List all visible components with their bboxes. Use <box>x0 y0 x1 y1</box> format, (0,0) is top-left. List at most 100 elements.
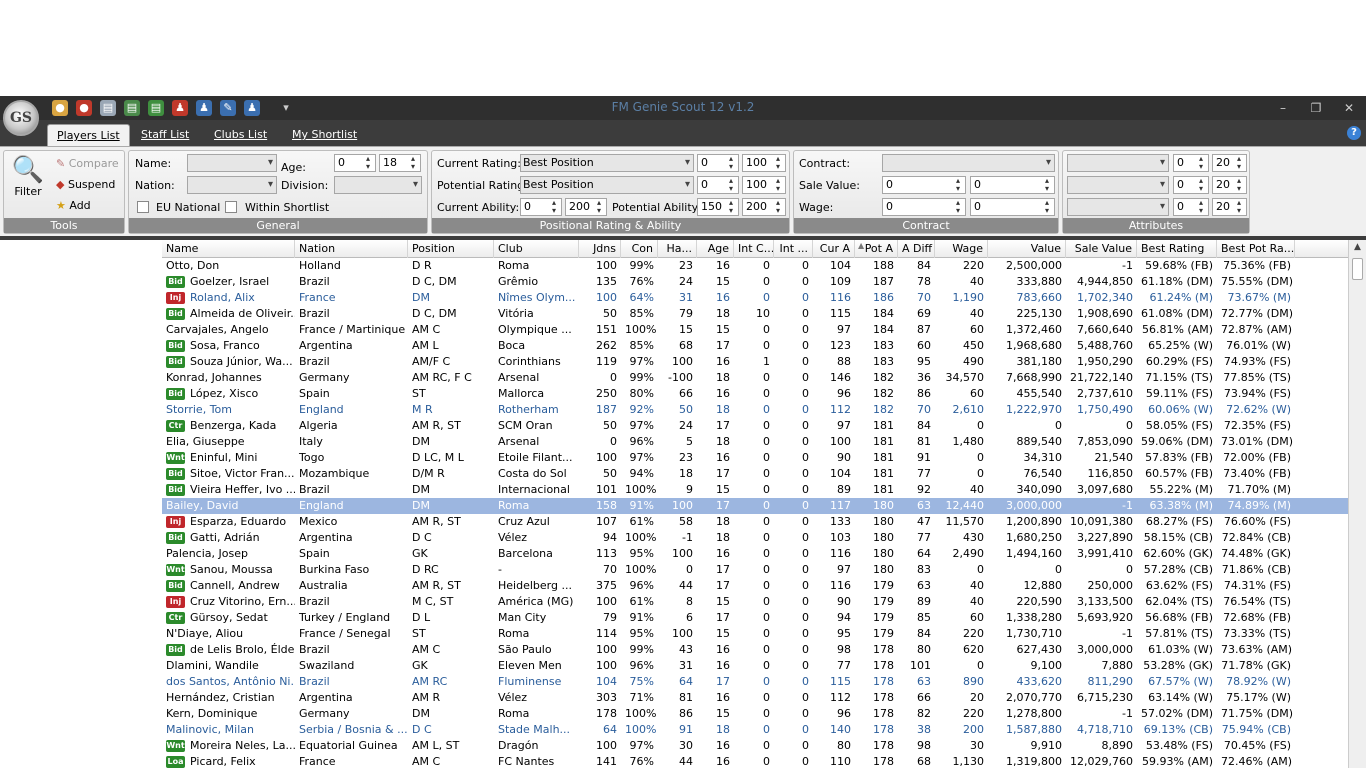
quick-search-icon[interactable]: ✎ <box>220 100 236 116</box>
table-row[interactable]: Ctr Benzerga, Kada Algeria AM R, ST SCM Oran… <box>162 418 1348 434</box>
age-max-stepper[interactable]: 18 <box>379 154 421 172</box>
compare-button[interactable]: ✎ Compare <box>56 157 119 170</box>
age-min-stepper[interactable]: 0 <box>334 154 376 172</box>
current-rating-min-stepper[interactable]: 0 <box>697 154 739 172</box>
column-header-nation[interactable]: Nation <box>295 240 408 258</box>
table-row[interactable]: Dlamini, Wandile Swaziland GK Eleven Men 100… <box>162 658 1348 674</box>
table-row[interactable]: Bid Gatti, Adrián Argentina D C Vélez 94 100% -… <box>162 530 1348 546</box>
column-header-sale-value[interactable]: Sale Value <box>1066 240 1137 258</box>
table-row[interactable]: Wnt Moreira Neles, La... Equatorial Guinea… <box>162 738 1348 754</box>
column-header-position[interactable]: Position <box>408 240 494 258</box>
attribute-2-min-stepper[interactable]: 0 <box>1173 176 1209 194</box>
column-header-con[interactable]: Con <box>621 240 658 258</box>
quick-people-icon[interactable]: ♟ <box>244 100 260 116</box>
tab-clubs-list[interactable]: Clubs List <box>205 124 276 146</box>
table-row[interactable]: Bid López, Xisco Spain ST Mallorca 250 80% 66 16… <box>162 386 1348 402</box>
table-row[interactable]: Bid Goelzer, Israel Brazil D C, DM Grêmio 135… <box>162 274 1348 290</box>
maximize-button[interactable]: ❐ <box>1303 98 1329 118</box>
tab-players-list[interactable]: Players List <box>47 124 130 146</box>
table-row[interactable]: Bid Cannell, Andrew Australia AM R, ST Heide… <box>162 578 1348 594</box>
vertical-scrollbar[interactable]: ▲ <box>1348 240 1366 768</box>
minimize-button[interactable]: – <box>1270 98 1296 118</box>
table-row[interactable]: Bid Almeida de Oliveir... Brazil D C, DM Vit… <box>162 306 1348 322</box>
quick-open-icon[interactable]: ● <box>76 100 92 116</box>
table-row[interactable]: Bid Sosa, Franco Argentina AM L Boca 262 85% 68… <box>162 338 1348 354</box>
add-button[interactable]: ★ Add <box>56 199 91 212</box>
quick-staff-icon[interactable]: ♟ <box>196 100 212 116</box>
quick-new-icon[interactable]: ● <box>52 100 68 116</box>
attribute-2-max-stepper[interactable]: 20 <box>1212 176 1247 194</box>
table-row[interactable]: Bid Sitoe, Victor Fran... Mozambique D/M R C… <box>162 466 1348 482</box>
current-ability-min-stepper[interactable]: 0 <box>520 198 562 216</box>
table-row[interactable]: Storrie, Tom England M R Rotherham 187 92% 50 1… <box>162 402 1348 418</box>
column-header-best-rating[interactable]: Best Rating <box>1137 240 1217 258</box>
attribute-1-max-stepper[interactable]: 20 <box>1212 154 1247 172</box>
table-row[interactable]: Malinovic, Milan Serbia / Bosnia & ... D C… <box>162 722 1348 738</box>
attribute-3-min-stepper[interactable]: 0 <box>1173 198 1209 216</box>
column-header-a-diff[interactable]: A Diff <box>898 240 935 258</box>
attribute-3-max-stepper[interactable]: 20 <box>1212 198 1247 216</box>
potential-rating-select[interactable]: Best Position <box>520 176 694 194</box>
division-select[interactable] <box>334 176 422 194</box>
table-row[interactable]: Inj Cruz Vitorino, Ern... Brazil M C, ST Amé… <box>162 594 1348 610</box>
column-header-cur-a[interactable]: Cur A <box>813 240 855 258</box>
quick-import-icon[interactable]: ▤ <box>148 100 164 116</box>
table-row[interactable]: Carvajales, Angelo France / Martinique AM … <box>162 322 1348 338</box>
quick-access-dropdown-icon[interactable]: ▾ <box>278 100 294 116</box>
column-header-name[interactable]: Name <box>162 240 295 258</box>
table-row[interactable]: Bid Souza Júnior, Wa... Brazil AM/F C Corint… <box>162 354 1348 370</box>
potential-ability-max-stepper[interactable]: 200 <box>742 198 786 216</box>
tab-my-shortlist[interactable]: My Shortlist <box>283 124 366 146</box>
column-header-club[interactable]: Club <box>494 240 579 258</box>
column-header-int[interactable]: Int ... <box>774 240 813 258</box>
column-header-jdns[interactable]: Jdns <box>579 240 621 258</box>
eu-national-checkbox[interactable] <box>137 201 149 213</box>
table-row[interactable]: Bid Vieira Heffer, Ivo ... Brazil DM Interna… <box>162 482 1348 498</box>
column-header-best-pot-ra[interactable]: Best Pot Ra... <box>1217 240 1295 258</box>
tab-staff-list[interactable]: Staff List <box>132 124 198 146</box>
column-header-ha[interactable]: Ha... <box>658 240 697 258</box>
quick-export-icon[interactable]: ▤ <box>124 100 140 116</box>
current-rating-select[interactable]: Best Position <box>520 154 694 172</box>
table-row[interactable]: Inj Roland, Alix France DM Nîmes Olym... 100 6… <box>162 290 1348 306</box>
column-header-wage[interactable]: Wage <box>935 240 988 258</box>
filter-button[interactable]: 🔍 Filter <box>8 155 48 207</box>
potential-ability-min-stepper[interactable]: 150 <box>697 198 739 216</box>
table-row[interactable]: Wnt Eninful, Mini Togo D LC, M L Etoile Fila… <box>162 450 1348 466</box>
attribute-2-select[interactable] <box>1067 176 1169 194</box>
sale-value-min-stepper[interactable]: 0 <box>882 176 966 194</box>
name-field[interactable] <box>187 154 277 172</box>
attribute-1-select[interactable] <box>1067 154 1169 172</box>
table-row[interactable]: Inj Esparza, Eduardo Mexico AM R, ST Cruz Az… <box>162 514 1348 530</box>
quick-save-icon[interactable]: ▤ <box>100 100 116 116</box>
nation-select[interactable] <box>187 176 277 194</box>
potential-rating-min-stepper[interactable]: 0 <box>697 176 739 194</box>
table-row[interactable]: Elia, Giuseppe Italy DM Arsenal 0 96% 5 18 0 0 100… <box>162 434 1348 450</box>
table-row[interactable]: Bailey, David England DM Roma 158 91% 100 17 0 0 1… <box>162 498 1348 514</box>
suspend-button[interactable]: ◆ Suspend <box>56 178 115 191</box>
table-row[interactable]: Otto, Don Holland D R Roma 100 99% 23 16 0 0 104 18… <box>162 258 1348 274</box>
quick-player-icon[interactable]: ♟ <box>172 100 188 116</box>
column-header-int-c[interactable]: Int C... <box>734 240 774 258</box>
column-header-value[interactable]: Value <box>988 240 1066 258</box>
table-row[interactable]: Kern, Dominique Germany DM Roma 178 100% 86 15 0… <box>162 706 1348 722</box>
wage-min-stepper[interactable]: 0 <box>882 198 966 216</box>
attribute-3-select[interactable] <box>1067 198 1169 216</box>
current-ability-max-stepper[interactable]: 200 <box>565 198 607 216</box>
column-header-age[interactable]: Age <box>697 240 734 258</box>
table-row[interactable]: Palencia, Josep Spain GK Barcelona 113 95% 100… <box>162 546 1348 562</box>
table-row[interactable]: Loa Picard, Felix France AM C FC Nantes 141 76… <box>162 754 1348 768</box>
table-row[interactable]: Hernández, Cristian Argentina AM R Vélez 303… <box>162 690 1348 706</box>
table-row[interactable]: Bid de Lelis Brolo, Élder Brazil AM C São Pa… <box>162 642 1348 658</box>
table-row[interactable]: N'Diaye, Aliou France / Senegal ST Roma 114 9… <box>162 626 1348 642</box>
close-button[interactable]: ✕ <box>1336 98 1362 118</box>
wage-max-stepper[interactable]: 0 <box>970 198 1055 216</box>
table-row[interactable]: Wnt Sanou, Moussa Burkina Faso D RC - 70 100% 0… <box>162 562 1348 578</box>
contract-select[interactable] <box>882 154 1055 172</box>
attribute-1-min-stepper[interactable]: 0 <box>1173 154 1209 172</box>
potential-rating-max-stepper[interactable]: 100 <box>742 176 786 194</box>
within-shortlist-checkbox[interactable] <box>225 201 237 213</box>
table-row[interactable]: Konrad, Johannes Germany AM RC, F C Arsenal… <box>162 370 1348 386</box>
sale-value-max-stepper[interactable]: 0 <box>970 176 1055 194</box>
current-rating-max-stepper[interactable]: 100 <box>742 154 786 172</box>
